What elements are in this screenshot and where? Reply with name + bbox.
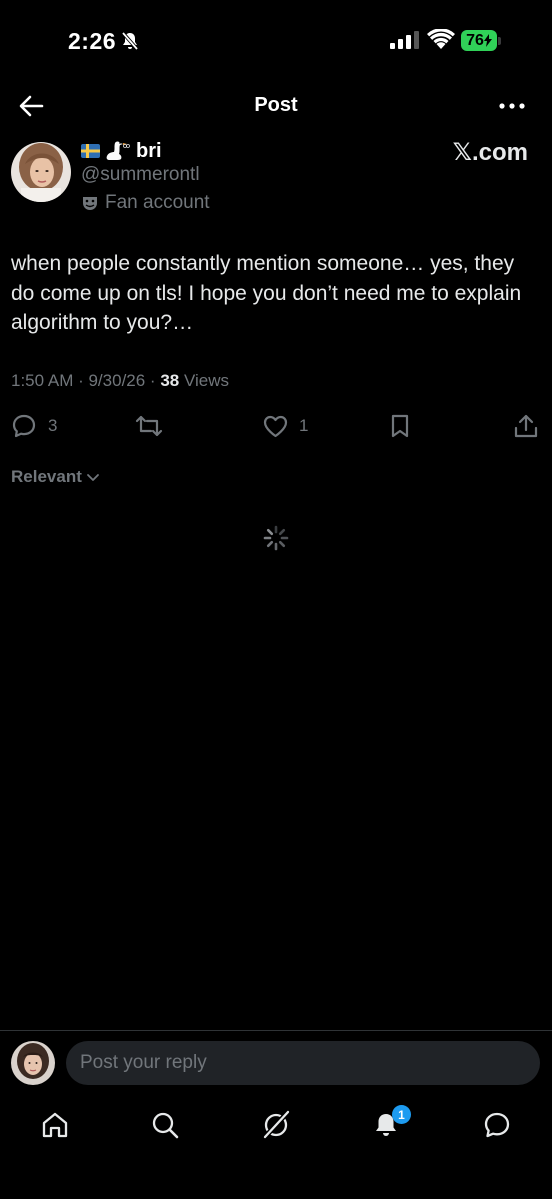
- search-icon: [152, 1112, 179, 1139]
- reply-count: 3: [48, 416, 58, 435]
- wifi-icon: [427, 29, 455, 49]
- loading-spinner-icon: [263, 525, 289, 551]
- post-metadata: 1:50 AM · 9/30/26 · 38 Views: [11, 371, 229, 391]
- repost-icon: [135, 415, 163, 437]
- post-text: when people constantly mention someone… …: [11, 252, 522, 334]
- automated-label: Fan account: [81, 191, 210, 215]
- battery-cap: [498, 37, 501, 45]
- page-title: Post: [254, 94, 298, 116]
- tab-home[interactable]: [38, 1108, 72, 1142]
- post-screen: 2:26 76 Post bri @summerontl Fan account…: [0, 0, 552, 1199]
- grok-icon: [263, 1110, 290, 1139]
- status-bar: 2:26 76: [0, 0, 552, 80]
- status-time: 2:26: [68, 28, 117, 54]
- repost-button[interactable]: [134, 412, 174, 440]
- chat-bubble-icon: [484, 1112, 510, 1138]
- post-timestamp: 1:50 AM · 9/30/26 ·: [11, 371, 161, 390]
- share-icon: [514, 414, 538, 438]
- author-name-line[interactable]: bri: [81, 138, 162, 164]
- user-avatar[interactable]: [11, 1041, 55, 1085]
- replies-sort-label: Relevant: [11, 467, 82, 486]
- sweden-flag-icon: [81, 144, 100, 158]
- share-button[interactable]: [513, 412, 539, 440]
- bookmark-button[interactable]: [388, 412, 412, 440]
- home-icon: [42, 1112, 68, 1138]
- views-count[interactable]: 38: [160, 371, 179, 390]
- theater-masks-icon: [83, 197, 97, 210]
- charging-bolt-icon: [483, 34, 492, 47]
- cellular-signal-icon: [390, 31, 419, 49]
- reply-input[interactable]: [66, 1041, 540, 1085]
- tab-messages[interactable]: [480, 1108, 514, 1142]
- reply-bar-divider: [0, 1030, 552, 1031]
- heart-icon: [263, 415, 288, 438]
- bookmark-icon: [391, 414, 409, 438]
- battery-indicator: 76: [461, 30, 497, 51]
- tab-search[interactable]: [148, 1108, 182, 1142]
- replies-sort-dropdown[interactable]: Relevant: [11, 467, 100, 487]
- battery-level: 76: [466, 31, 484, 49]
- views-label: Views: [179, 371, 229, 390]
- author-avatar[interactable]: [11, 142, 71, 202]
- like-count: 1: [299, 416, 309, 435]
- notifications-badge: 1: [392, 1105, 411, 1124]
- account-label-text: Fan account: [105, 192, 210, 213]
- back-arrow-icon[interactable]: [16, 92, 46, 120]
- author-handle[interactable]: @summerontl: [81, 164, 200, 186]
- like-button[interactable]: 1: [262, 412, 308, 440]
- reply-button[interactable]: 3: [11, 412, 57, 440]
- more-options-icon[interactable]: [497, 92, 527, 120]
- goose-icon: [106, 141, 130, 160]
- author-display-name: bri: [136, 139, 162, 162]
- tab-grok[interactable]: [259, 1108, 293, 1142]
- bell-off-icon: [121, 31, 139, 51]
- x-com-brand: 𝕏.com: [452, 139, 528, 166]
- reply-bubble-icon: [12, 414, 36, 438]
- chevron-down-icon: [86, 474, 99, 481]
